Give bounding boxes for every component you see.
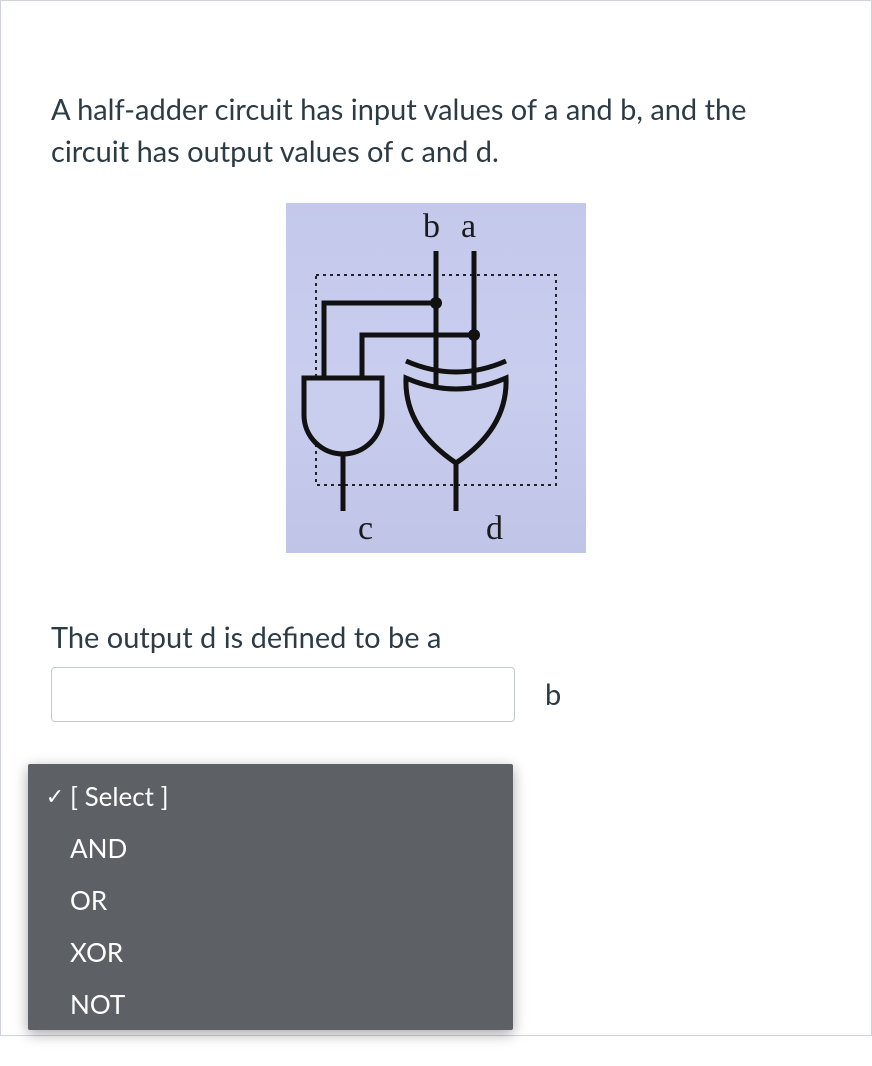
option-label: [ Select ]	[68, 780, 169, 812]
diagram-label-a: a	[461, 208, 476, 246]
diagram-container: b a c d	[51, 203, 821, 557]
check-icon: ✓	[42, 782, 68, 810]
page: A half-adder circuit has input values of…	[0, 0, 872, 1066]
half-adder-diagram: b a c d	[286, 203, 586, 553]
option-label: NOT	[68, 988, 125, 1020]
circuit-svg	[286, 203, 586, 553]
option-or[interactable]: OR	[28, 874, 513, 926]
after-select-text: b	[525, 667, 561, 722]
option-label: OR	[68, 884, 107, 916]
option-placeholder[interactable]: ✓ [ Select ]	[28, 770, 513, 822]
diagram-label-b: b	[423, 208, 440, 246]
diagram-label-c: c	[358, 510, 373, 548]
option-label: AND	[68, 832, 127, 864]
option-not[interactable]: NOT	[28, 978, 513, 1030]
question-intro: A half-adder circuit has input values of…	[51, 89, 821, 173]
option-label: XOR	[68, 936, 123, 968]
option-and[interactable]: AND	[28, 822, 513, 874]
answer-row: b	[51, 667, 821, 722]
option-xor[interactable]: XOR	[28, 926, 513, 978]
gate-select[interactable]	[51, 667, 515, 722]
diagram-label-d: d	[486, 510, 503, 548]
question-prompt: The output d is defined to be a	[51, 617, 821, 659]
gate-select-dropdown[interactable]: ✓ [ Select ] AND OR XOR NOT	[28, 764, 513, 1030]
